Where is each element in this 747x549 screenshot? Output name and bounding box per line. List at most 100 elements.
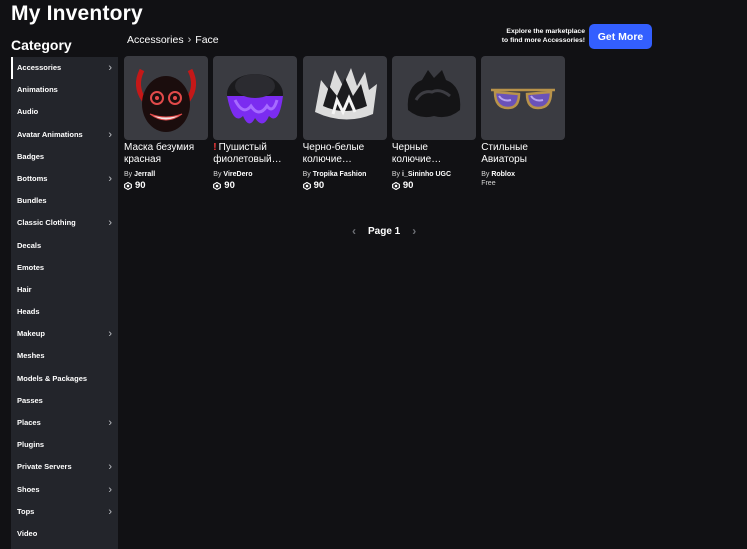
sidebar-item-plugins[interactable]: Plugins	[11, 434, 118, 456]
item-name[interactable]: Стильные Авиаторы	[481, 142, 566, 166]
item-price: 90	[302, 180, 388, 191]
price-value: 90	[402, 180, 414, 191]
sidebar-item-label: Classic Clothing	[17, 218, 76, 228]
sidebar-item-decals[interactable]: Decals	[11, 235, 118, 257]
item-card[interactable]: Стильные Авиаторы By Roblox Free	[481, 56, 566, 187]
item-card[interactable]: Черные колючие… By i_Sininho UGC 90	[391, 56, 477, 191]
sidebar-item-label: Makeup	[17, 329, 45, 339]
sidebar-item-bundles[interactable]: Bundles	[11, 190, 118, 212]
sidebar-item-accessories[interactable]: Accessories ›	[11, 57, 118, 80]
page-label: Page 1	[368, 225, 401, 237]
creator-link[interactable]: Jerrall	[134, 171, 155, 178]
item-card[interactable]: Черно-белые колючие… By Tropika Fashion 90	[302, 56, 388, 191]
sidebar-item-animations[interactable]: Animations	[11, 79, 118, 101]
chevron-right-icon: ›	[108, 217, 112, 230]
creator-link[interactable]: Roblox	[491, 171, 515, 178]
chevron-right-icon: ›	[108, 62, 112, 74]
sidebar-item-label: Avatar Animations	[17, 129, 83, 139]
item-name[interactable]: ! Пушистый фиолетовый…	[213, 142, 298, 166]
demon-mask-icon[interactable]	[124, 56, 208, 140]
creator-prefix: By	[213, 171, 222, 178]
sidebar-item-label: Hair	[17, 284, 32, 294]
sidebar-item-avatar-animations[interactable]: Avatar Animations ›	[11, 124, 118, 146]
creator-prefix: By	[391, 171, 401, 178]
sidebar-item-label: Emotes	[17, 262, 45, 272]
purple-hair-icon[interactable]	[213, 56, 298, 140]
chevron-right-icon: ›	[108, 505, 112, 518]
pagination: ‹ Page 1 ›	[352, 224, 416, 238]
sidebar-item-tops[interactable]: Tops ›	[11, 501, 118, 523]
sidebar-item-shoes[interactable]: Shoes ›	[11, 479, 118, 501]
item-name[interactable]: Черные колючие…	[392, 142, 477, 166]
sidebar-item-private-servers[interactable]: Private Servers ›	[11, 456, 118, 478]
category-sidebar: Accessories › Animations Audio Avatar Animat…	[11, 57, 118, 549]
sidebar-item-emotes[interactable]: Emotes	[11, 257, 118, 279]
next-page-icon[interactable]: ›	[412, 224, 416, 238]
sidebar-item-label: Private Servers	[17, 462, 72, 472]
item-price: 90	[213, 180, 298, 191]
sidebar-item-heads[interactable]: Heads	[11, 301, 118, 323]
breadcrumb-parent-link[interactable]: Accessories	[127, 34, 184, 46]
chevron-right-icon: ›	[108, 172, 112, 185]
breadcrumb: Accessories › Face	[127, 34, 219, 46]
chevron-right-icon: ›	[108, 128, 112, 141]
item-name[interactable]: Маска безумия красная	[124, 142, 209, 166]
robux-icon	[213, 181, 222, 190]
price-value: 90	[135, 180, 146, 191]
sidebar-item-label: Tops	[17, 506, 35, 516]
item-price: 90	[124, 180, 209, 191]
warning-icon: !	[213, 142, 217, 153]
sidebar-item-label: Shoes	[17, 484, 40, 494]
sidebar-item-label: Badges	[17, 151, 45, 161]
sidebar-item-label: Places	[17, 418, 41, 427]
spiky-bw-hair-icon[interactable]	[302, 56, 387, 140]
get-more-button[interactable]: Get More	[589, 24, 652, 49]
creator-prefix: By	[481, 171, 490, 178]
promo-line-1: Explore the marketplace	[506, 28, 585, 35]
sidebar-item-places[interactable]: Places ›	[11, 412, 118, 434]
sidebar-item-video[interactable]: Video	[11, 523, 118, 545]
black-hair-icon[interactable]	[391, 56, 476, 140]
chevron-right-icon: ›	[108, 328, 112, 341]
chevron-right-icon: ›	[108, 417, 112, 429]
item-name[interactable]: Черно-белые колючие…	[303, 142, 388, 166]
creator-link[interactable]: VireDero	[223, 171, 252, 178]
item-creator: By Tropika Fashion	[303, 171, 388, 178]
item-name-text: Черные колючие…	[391, 142, 442, 165]
sidebar-item-classic-clothing[interactable]: Classic Clothing ›	[11, 212, 118, 234]
sidebar-item-hair[interactable]: Hair	[11, 279, 118, 301]
aviator-glasses-icon[interactable]	[481, 56, 566, 140]
promo-line-2: to find more Accessories!	[501, 37, 585, 44]
item-creator: By i_Sininho UGC	[392, 171, 477, 178]
sidebar-item-label: Plugins	[17, 440, 45, 450]
creator-link[interactable]: i_Sininho UGC	[402, 171, 451, 178]
item-creator: By VireDero	[213, 171, 298, 178]
sidebar-item-badges[interactable]: Badges	[11, 146, 118, 168]
item-name-text: Пушистый фиолетовый…	[213, 142, 282, 165]
chevron-right-icon: ›	[187, 34, 192, 46]
sidebar-item-label: Meshes	[17, 351, 45, 361]
sidebar-item-label: Bundles	[17, 196, 47, 206]
sidebar-item-audio[interactable]: Audio	[11, 101, 118, 123]
item-name-text: Черно-белые колючие…	[302, 142, 365, 165]
item-card[interactable]: ! Пушистый фиолетовый… By VireDero 90	[213, 56, 298, 191]
sidebar-item-label: Passes	[17, 395, 43, 405]
sidebar-item-label: Heads	[17, 307, 40, 317]
robux-icon	[391, 181, 400, 190]
item-card[interactable]: Маска безумия красная By Jerrall 90	[124, 56, 209, 191]
item-price: Free	[481, 180, 566, 187]
sidebar-item-models-packages[interactable]: Models & Packages	[11, 368, 118, 390]
sidebar-item-meshes[interactable]: Meshes	[11, 345, 118, 367]
sidebar-item-passes[interactable]: Passes	[11, 390, 118, 412]
sidebar-item-label: Decals	[17, 240, 42, 250]
price-value: 90	[224, 180, 235, 191]
robux-icon	[302, 181, 311, 190]
sidebar-item-label: Video	[17, 528, 38, 538]
robux-icon	[124, 181, 132, 190]
sidebar-item-makeup[interactable]: Makeup ›	[11, 323, 118, 345]
creator-link[interactable]: Tropika Fashion	[313, 171, 367, 178]
chevron-right-icon: ›	[108, 461, 112, 474]
previous-page-icon[interactable]: ‹	[352, 224, 356, 238]
sidebar-item-bottoms[interactable]: Bottoms ›	[11, 168, 118, 190]
category-heading: Category	[11, 37, 72, 53]
